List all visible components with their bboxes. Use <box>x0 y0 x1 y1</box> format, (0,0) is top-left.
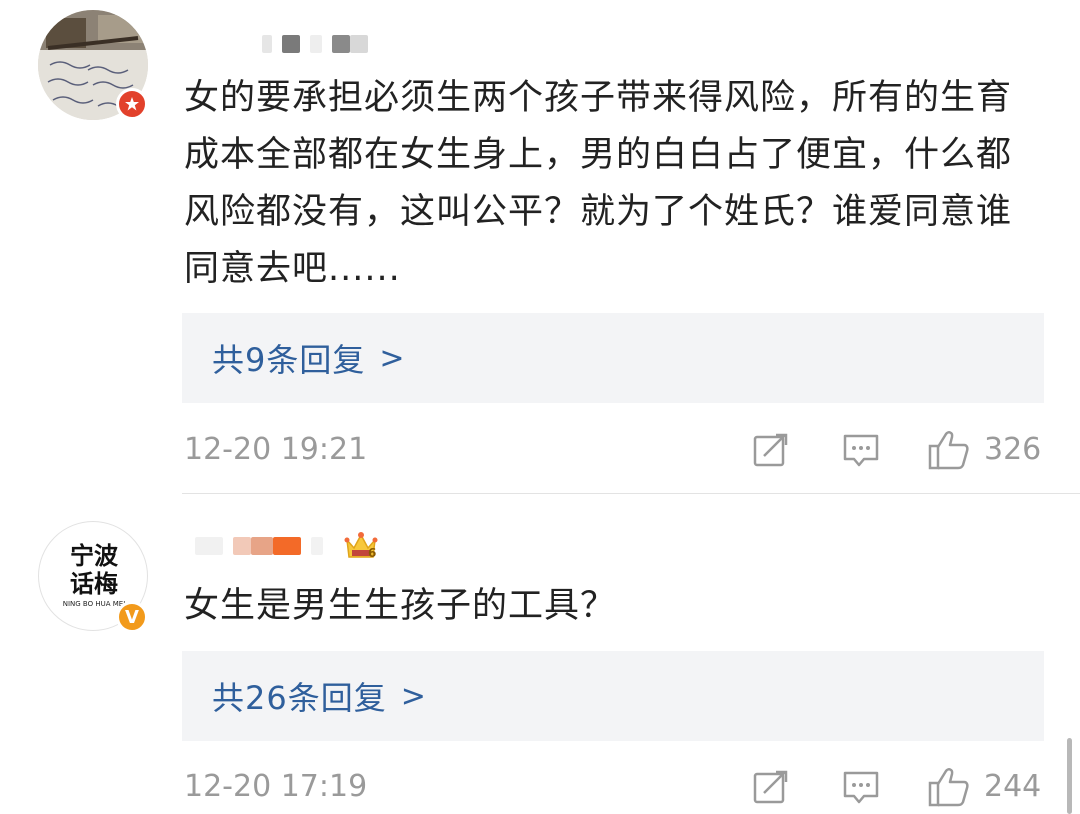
comment-divider <box>182 493 1080 494</box>
thumbs-up-icon <box>928 431 969 470</box>
comment-meta: 12-20 17:19 244 <box>184 767 1044 807</box>
avatar-text-bottom: 话梅 <box>70 569 118 598</box>
avatar-text-top: 宁波 <box>70 541 118 570</box>
timestamp: 12-20 17:19 <box>184 769 368 804</box>
like-button[interactable]: 244 <box>928 767 1041 807</box>
verified-v-badge-icon: V <box>116 601 148 633</box>
chevron-right-icon: > <box>400 678 426 714</box>
verified-letter: V <box>125 606 139 628</box>
share-icon <box>753 433 788 467</box>
level-number: 6 <box>368 546 377 560</box>
reply-count-label: 共26条回复 <box>212 679 387 717</box>
comment-icon <box>843 434 879 467</box>
comment-text: 女的要承担必须生两个孩子带来得风险，所有的生育成本全部都在女生身上，男的白白占了… <box>184 78 1013 289</box>
repost-button[interactable] <box>752 430 790 470</box>
view-replies-button[interactable]: 共9条回复 > <box>182 313 1044 403</box>
like-button[interactable]: 326 <box>928 430 1041 470</box>
like-count: 326 <box>984 432 1042 467</box>
like-count: 244 <box>984 769 1042 804</box>
red-star-badge-icon <box>116 88 148 120</box>
comment-text: 女生是男生生孩子的工具？ <box>184 586 617 626</box>
scrollbar[interactable] <box>1067 738 1072 814</box>
comment-meta: 12-20 19:21 326 <box>184 430 1044 470</box>
reply-button[interactable] <box>842 767 880 807</box>
view-replies-button[interactable]: 共26条回复 > <box>182 651 1044 741</box>
username-redacted[interactable] <box>195 536 323 556</box>
share-icon <box>753 770 788 804</box>
thumbs-up-icon <box>928 768 969 807</box>
timestamp: 12-20 19:21 <box>184 432 368 467</box>
repost-button[interactable] <box>752 767 790 807</box>
username-redacted[interactable] <box>262 34 368 54</box>
crown-level-badge-icon: 6 <box>344 530 380 562</box>
chevron-right-icon: > <box>379 340 405 376</box>
reply-button[interactable] <box>842 430 880 470</box>
reply-count-label: 共9条回复 <box>212 341 366 379</box>
comment-icon <box>843 771 879 804</box>
